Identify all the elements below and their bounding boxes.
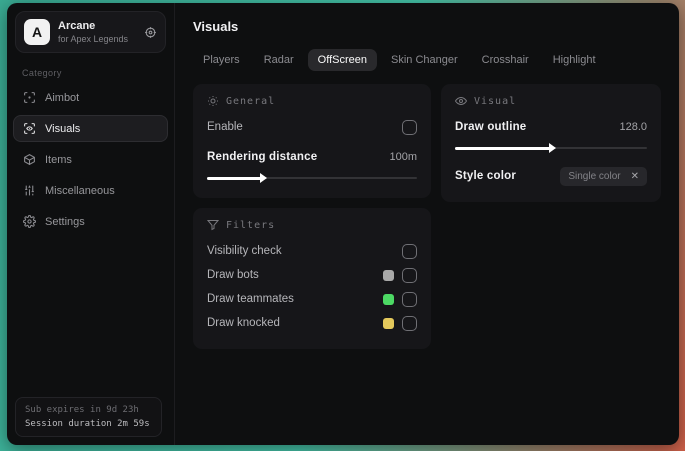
rendering-distance-slider[interactable] xyxy=(207,172,417,184)
target-icon[interactable] xyxy=(144,26,157,39)
panel-title: General xyxy=(226,95,276,107)
sidebar-item-label: Items xyxy=(45,153,72,166)
draw-knocked-row: Draw knocked xyxy=(207,311,417,335)
enable-label: Enable xyxy=(207,121,243,133)
draw-knocked-label: Draw knocked xyxy=(207,317,280,329)
draw-bots-label: Draw bots xyxy=(207,269,259,281)
rendering-distance-label: Rendering distance xyxy=(207,151,318,163)
sidebar-item-miscellaneous[interactable]: Miscellaneous xyxy=(13,177,168,204)
sidebar-item-visuals[interactable]: Visuals xyxy=(13,115,168,142)
sidebar-item-label: Visuals xyxy=(45,122,81,135)
session-card: Sub expires in 9d 23h Session duration 2… xyxy=(15,397,162,437)
rendering-distance-value: 100m xyxy=(389,151,417,163)
package-icon xyxy=(23,153,36,166)
draw-outline-label: Draw outline xyxy=(455,121,527,133)
draw-teammates-color-swatch[interactable] xyxy=(383,293,394,305)
slider-thumb[interactable] xyxy=(549,143,556,153)
sidebar-item-items[interactable]: Items xyxy=(13,146,168,173)
sidebar-nav: Aimbot Visuals Items Miscellaneous Setti… xyxy=(7,82,174,237)
visual-panel: Visual Draw outline 128.0 Style color Si… xyxy=(441,84,661,202)
draw-teammates-row: Draw teammates xyxy=(207,287,417,311)
tab-offscreen[interactable]: OffScreen xyxy=(307,49,377,71)
sidebar-item-label: Aimbot xyxy=(45,91,80,104)
app-subtitle: for Apex Legends xyxy=(58,34,129,44)
draw-outline-slider[interactable] xyxy=(455,142,647,154)
app-logo: A xyxy=(24,19,50,45)
draw-bots-color-swatch[interactable] xyxy=(383,269,394,281)
tab-skin-changer[interactable]: Skin Changer xyxy=(381,49,468,71)
tab-highlight[interactable]: Highlight xyxy=(543,49,606,71)
visibility-check-label: Visibility check xyxy=(207,245,282,257)
tab-radar[interactable]: Radar xyxy=(254,49,304,71)
draw-outline-row: Draw outline 128.0 xyxy=(455,115,647,139)
funnel-icon xyxy=(207,219,219,231)
sliders-icon xyxy=(23,184,36,197)
rendering-distance-row: Rendering distance 100m xyxy=(207,145,417,169)
draw-teammates-label: Draw teammates xyxy=(207,293,294,305)
draw-teammates-checkbox[interactable] xyxy=(402,291,417,307)
page-title: Visuals xyxy=(193,19,239,34)
brand-card: A Arcane for Apex Legends xyxy=(15,11,166,53)
panel-title: Filters xyxy=(226,219,276,231)
close-icon[interactable]: ✕ xyxy=(631,171,639,182)
sidebar-item-aimbot[interactable]: Aimbot xyxy=(13,84,168,111)
visibility-check-row: Visibility check xyxy=(207,239,417,263)
sidebar-item-settings[interactable]: Settings xyxy=(13,208,168,235)
crosshair-scan-icon xyxy=(23,91,36,104)
enable-checkbox[interactable] xyxy=(402,119,417,135)
sidebar-item-label: Miscellaneous xyxy=(45,184,115,197)
main-content: Visuals Players Radar OffScreen Skin Cha… xyxy=(175,3,679,445)
enable-row: Enable xyxy=(207,115,417,139)
draw-knocked-checkbox[interactable] xyxy=(402,315,417,331)
style-color-label: Style color xyxy=(455,170,516,182)
style-color-select[interactable]: Single color ✕ xyxy=(560,166,647,186)
draw-bots-checkbox[interactable] xyxy=(402,267,417,283)
panel-title: Visual xyxy=(474,95,517,107)
tab-crosshair[interactable]: Crosshair xyxy=(472,49,539,71)
draw-bots-row: Draw bots xyxy=(207,263,417,287)
visibility-check-checkbox[interactable] xyxy=(402,243,417,259)
app-name: Arcane xyxy=(58,20,96,32)
filters-panel: Filters Visibility check Draw bots Draw … xyxy=(193,208,431,349)
style-color-row: Style color Single color ✕ xyxy=(455,164,647,188)
general-panel: General Enable Rendering distance 100m xyxy=(193,84,431,198)
style-color-value: Single color xyxy=(568,170,621,182)
slider-thumb[interactable] xyxy=(259,173,267,183)
draw-outline-value: 128.0 xyxy=(619,121,647,133)
draw-knocked-color-swatch[interactable] xyxy=(383,317,394,329)
sub-expiry-text: Sub expires in 9d 23h xyxy=(25,405,139,415)
eye-icon xyxy=(455,95,467,107)
category-label: Category xyxy=(22,68,62,78)
brightness-icon xyxy=(207,95,219,107)
gear-icon xyxy=(23,215,36,228)
eye-scan-icon xyxy=(23,122,36,135)
sidebar-item-label: Settings xyxy=(45,215,85,228)
sidebar: A Arcane for Apex Legends Category Aimbo… xyxy=(7,3,175,445)
tab-bar: Players Radar OffScreen Skin Changer Cro… xyxy=(193,49,661,71)
session-duration-text: Session duration 2m 59s xyxy=(25,419,150,429)
tab-players[interactable]: Players xyxy=(193,49,250,71)
app-window: A Arcane for Apex Legends Category Aimbo… xyxy=(7,3,679,445)
